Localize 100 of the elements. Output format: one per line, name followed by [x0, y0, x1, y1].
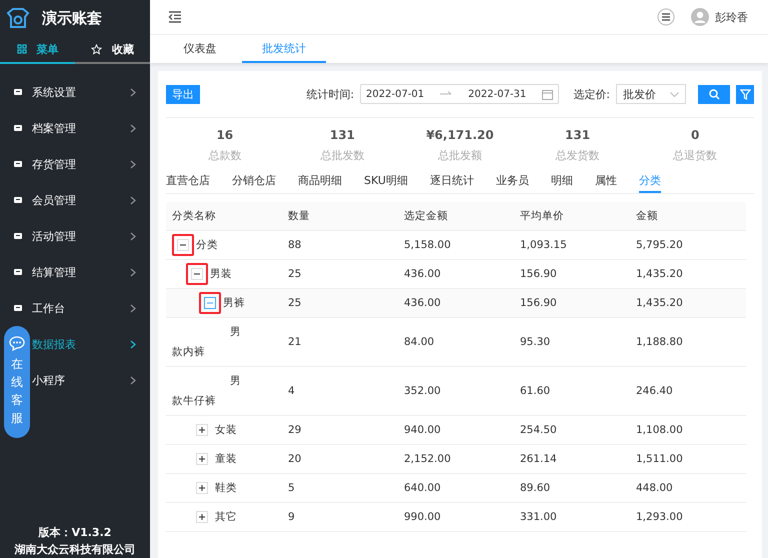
table-cell: 448.00	[636, 482, 673, 494]
page-tab[interactable]: 仪表盘	[158, 35, 242, 63]
stat-label: 总发货数	[556, 148, 600, 163]
table-cell: 1,435.20	[636, 268, 683, 280]
expand-icon[interactable]	[196, 482, 208, 494]
report-tab[interactable]: 分销仓店	[232, 169, 287, 193]
table-cell: 261.14	[520, 453, 557, 465]
table-cell: 20	[288, 453, 302, 465]
sidebar-tab[interactable]: 菜单	[0, 36, 75, 64]
grid-icon	[16, 44, 26, 54]
chevron-icon	[130, 196, 136, 204]
date-range-field[interactable]: 2022-07-01 2022-07-31	[360, 84, 560, 104]
arrow-icon	[440, 91, 452, 97]
table-cell: 89.60	[520, 482, 550, 494]
table-cell: 331.00	[520, 511, 557, 523]
table-cell: 童装	[215, 452, 237, 466]
logo-icon	[6, 7, 30, 29]
chevron-icon	[130, 340, 136, 348]
table-cell: 25	[288, 297, 302, 309]
menu-item[interactable]: 会员管理	[31, 182, 150, 218]
column-header: 分类名称	[166, 202, 282, 230]
caret-icon	[670, 92, 679, 96]
stat-label: 总批发数	[320, 148, 364, 163]
table-cell: 156.90	[520, 268, 557, 280]
table-cell: 156.90	[520, 297, 557, 309]
expand-icon[interactable]	[196, 424, 208, 436]
chevron-icon	[130, 304, 136, 312]
report-tab[interactable]: 商品明细	[298, 169, 353, 193]
price-select[interactable]: 批发价	[616, 84, 686, 104]
date-label: 统计时间:	[306, 86, 354, 102]
menu-icon	[14, 196, 22, 204]
user-name: 彭玲香	[715, 10, 748, 24]
table-cell: 990.00	[404, 511, 441, 523]
report-tab[interactable]: 属性	[594, 169, 628, 193]
chevron-icon	[130, 268, 136, 276]
menu-item[interactable]: 档案管理	[31, 110, 150, 146]
menu-item[interactable]: 存货管理	[31, 146, 150, 182]
report-tab[interactable]: 明细	[550, 169, 584, 193]
search-button[interactable]	[698, 84, 730, 104]
price-label: 选定价:	[573, 86, 610, 102]
table-cell: 254.50	[520, 424, 557, 436]
chevron-icon	[130, 376, 136, 384]
report-tab[interactable]: 逐日统计	[430, 169, 485, 193]
table-cell: 5,158.00	[404, 239, 451, 251]
stat-value: ¥6,171.20	[426, 128, 494, 142]
report-tab[interactable]: 直营仓店	[166, 169, 221, 193]
table-cell: 9	[288, 511, 295, 523]
stat-value: 16	[216, 128, 234, 142]
menu-item[interactable]: 小程序	[31, 362, 150, 398]
table-cell: 男裤	[223, 296, 245, 310]
menu-icon	[14, 124, 22, 132]
table-cell: 分类	[196, 238, 218, 252]
table-cell: 246.40	[636, 385, 673, 397]
table-cell: 25	[288, 268, 302, 280]
filter-button[interactable]	[736, 84, 754, 104]
menu-item[interactable]: 结算管理	[31, 254, 150, 290]
stat-label: 总退货数	[673, 148, 718, 163]
sidebar-tab[interactable]: 收藏	[75, 36, 150, 64]
report-tab[interactable]: SKU明细	[364, 169, 419, 193]
table-cell: 4	[288, 385, 295, 397]
menu-item[interactable]: 系统设置	[31, 74, 150, 110]
table-cell: 女装	[215, 423, 237, 437]
version-text: 版本：V1.3.2	[38, 525, 112, 540]
table-cell: 其它	[215, 510, 237, 524]
column-header: 平均单价	[514, 202, 630, 230]
table-cell: 436.00	[404, 297, 441, 309]
table-cell: 61.60	[520, 385, 550, 397]
table-cell: 1,511.00	[636, 453, 683, 465]
table-cell: 21	[288, 336, 302, 348]
table-cell: 95.30	[520, 336, 550, 348]
collapse-menu-icon[interactable]	[168, 11, 182, 23]
menu-item[interactable]: 数据报表	[31, 326, 150, 362]
menu-icon	[14, 160, 22, 168]
table-cell: 5	[288, 482, 295, 494]
table-cell: 1,108.00	[636, 424, 683, 436]
table-cell: 436.00	[404, 268, 441, 280]
table-cell: 84.00	[404, 336, 434, 348]
chevron-icon	[130, 160, 136, 168]
table-cell: 1,293.00	[636, 511, 683, 523]
report-tab[interactable]: 业务员	[496, 169, 540, 193]
table-cell: 1,093.15	[520, 239, 567, 251]
expand-icon[interactable]	[196, 511, 208, 523]
company-text: 湖南大众云科技有限公司	[14, 542, 136, 557]
table-cell: 640.00	[404, 482, 441, 494]
table-cell: 5,795.20	[636, 239, 683, 251]
table-cell: 鞋类	[215, 481, 237, 495]
menu-icon	[14, 88, 22, 96]
stat-label: 总批发额	[438, 148, 482, 163]
expand-icon[interactable]	[196, 453, 208, 465]
table-cell: 940.00	[404, 424, 441, 436]
table-cell: 1,188.80	[636, 336, 683, 348]
menu-item[interactable]: 工作台	[31, 290, 150, 326]
star-icon	[91, 44, 102, 54]
column-header: 数量	[282, 202, 398, 230]
table-cell: 29	[288, 424, 302, 436]
menu-item[interactable]: 活动管理	[31, 218, 150, 254]
search-icon	[708, 88, 720, 100]
column-header: 选定金额	[398, 202, 514, 230]
menu-icon[interactable]	[657, 8, 675, 26]
filter-icon	[740, 88, 750, 100]
